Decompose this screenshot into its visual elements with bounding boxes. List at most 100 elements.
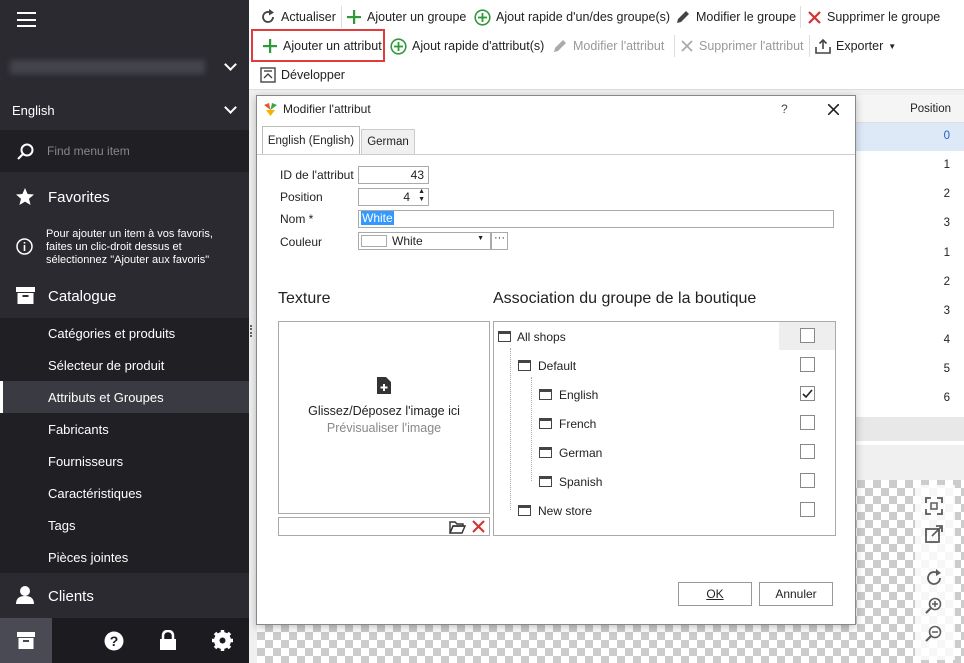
language-selector[interactable]: English <box>0 95 249 125</box>
toolbar: Actualiser Ajouter un groupe Ajout rapid… <box>249 0 964 90</box>
rotate-icon[interactable] <box>925 569 943 587</box>
position-column: Position 0 1 2 3 1 2 3 4 5 6 <box>855 95 964 445</box>
shop-icon <box>539 418 552 429</box>
expand-label: Développer <box>281 68 345 82</box>
edit-group-button[interactable]: Modifier le groupe <box>675 5 796 29</box>
checkbox-all-shops[interactable] <box>800 328 815 343</box>
app-logo-icon <box>264 103 277 116</box>
search-input[interactable]: Find menu item <box>47 144 130 158</box>
hamburger-icon[interactable] <box>17 12 36 27</box>
checkbox-new-store[interactable] <box>800 502 815 517</box>
gear-icon[interactable] <box>212 630 233 651</box>
lock-icon[interactable] <box>159 630 177 651</box>
color-swatch <box>361 235 387 247</box>
texture-drop-zone[interactable]: Glissez/Déposez l'image ici Prévisualise… <box>278 321 490 514</box>
store-button[interactable] <box>0 618 52 663</box>
sidebar-item-categories[interactable]: Catégories et produits <box>48 326 175 341</box>
tree-item-new-store: New store <box>538 504 593 518</box>
quick-add-attribute-label: Ajout rapide d'attribut(s) <box>412 39 545 53</box>
table-cell[interactable]: 3 <box>944 305 950 317</box>
expand-button[interactable]: Développer <box>260 63 345 87</box>
tree-line <box>510 348 511 510</box>
folder-open-icon[interactable] <box>449 520 466 534</box>
add-attribute-button[interactable]: Ajouter un attribut <box>262 34 382 58</box>
add-group-label: Ajouter un groupe <box>367 10 467 24</box>
help-icon[interactable]: ? <box>104 631 124 651</box>
catalogue-submenu: Catégories et produits Sélecteur de prod… <box>0 318 249 573</box>
menu-search[interactable]: Find menu item <box>0 130 249 172</box>
color-more-button[interactable]: ··· <box>491 232 508 250</box>
sidebar: English Find menu item Favorites Pour aj… <box>0 0 249 663</box>
tab-english[interactable]: English (English) <box>262 126 360 154</box>
refresh-button[interactable]: Actualiser <box>260 5 336 29</box>
quick-add-attribute-button[interactable]: Ajout rapide d'attribut(s) <box>390 34 544 58</box>
dialog-title: Modifier l'attribut <box>283 102 371 116</box>
edit-group-label: Modifier le groupe <box>696 10 797 24</box>
hamburger-row <box>0 0 249 40</box>
table-cell[interactable]: 3 <box>944 217 950 229</box>
quick-add-group-button[interactable]: Ajout rapide d'un/des groupe(s) <box>474 5 670 29</box>
close-icon[interactable] <box>828 104 839 115</box>
table-cell[interactable]: 2 <box>944 188 950 200</box>
splitter-handle[interactable] <box>250 325 253 337</box>
checkbox-spanish[interactable] <box>800 473 815 488</box>
sidebar-item-product-selector[interactable]: Sélecteur de produit <box>48 358 164 373</box>
clients-section[interactable]: Clients <box>0 575 249 617</box>
delete-x-icon[interactable] <box>472 520 485 533</box>
table-cell[interactable]: 6 <box>944 392 950 404</box>
delete-attribute-button[interactable]: Supprimer l'attribut <box>680 34 804 58</box>
id-field[interactable]: 43 <box>358 166 429 184</box>
cancel-button[interactable]: Annuler <box>759 582 833 606</box>
shop-group-icon <box>518 360 531 371</box>
chevron-down-icon <box>224 101 237 114</box>
shop-icon <box>539 389 552 400</box>
ok-button[interactable]: OK <box>678 582 752 606</box>
checkbox-default[interactable] <box>800 357 815 372</box>
dialog-help-button[interactable]: ? <box>781 102 788 116</box>
catalogue-section[interactable]: Catalogue <box>0 275 249 317</box>
texture-path-field[interactable] <box>278 517 490 536</box>
table-cell[interactable]: 0 <box>944 130 950 142</box>
favorites-hint: Pour ajouter un item à vos favoris, fait… <box>0 224 249 269</box>
checkbox-french[interactable] <box>800 415 815 430</box>
account-selector[interactable] <box>0 42 249 92</box>
add-group-button[interactable]: Ajouter un groupe <box>346 5 466 29</box>
checkbox-english[interactable] <box>800 386 815 401</box>
zoom-out-icon[interactable] <box>925 625 943 643</box>
pencil-icon <box>554 40 566 52</box>
export-button[interactable]: Exporter ▼ <box>815 34 896 58</box>
divider <box>809 35 810 57</box>
table-cell[interactable]: 2 <box>944 276 950 288</box>
export-label: Exporter <box>836 39 884 53</box>
color-select[interactable]: White ▼ <box>358 232 491 250</box>
name-field[interactable]: White <box>358 210 834 228</box>
table-cell[interactable]: 4 <box>944 334 950 346</box>
sidebar-item-manufacturers[interactable]: Fabricants <box>48 422 109 437</box>
checkbox-german[interactable] <box>800 444 815 459</box>
tab-german[interactable]: German <box>361 129 415 154</box>
position-header[interactable]: Position <box>856 95 964 123</box>
zoom-in-icon[interactable] <box>925 597 943 615</box>
tree-line <box>531 377 532 481</box>
plus-icon <box>263 39 277 53</box>
add-file-icon <box>377 377 391 394</box>
table-cell[interactable]: 1 <box>944 159 950 171</box>
table-cell[interactable]: 1 <box>944 247 950 259</box>
sidebar-item-tags[interactable]: Tags <box>48 518 75 533</box>
name-label: Nom * <box>280 212 314 226</box>
delete-group-button[interactable]: Supprimer le groupe <box>807 5 940 29</box>
open-external-icon[interactable] <box>925 525 943 543</box>
caret-down-icon: ▼ <box>888 41 897 51</box>
sidebar-item-attachments[interactable]: Pièces jointes <box>48 550 128 565</box>
sidebar-item-attributes-groups[interactable]: Attributs et Groupes <box>48 390 164 405</box>
chevron-down-icon <box>224 58 237 71</box>
fit-screen-icon[interactable] <box>925 497 943 515</box>
favorites-section[interactable]: Favorites <box>0 176 249 218</box>
table-cell[interactable]: 5 <box>944 363 950 375</box>
sidebar-item-features[interactable]: Caractéristiques <box>48 486 142 501</box>
position-stepper[interactable]: 4 ▲ ▼ <box>358 188 429 206</box>
shop-group-icon <box>518 505 531 516</box>
stepper-arrows-icon[interactable]: ▲ ▼ <box>418 188 425 204</box>
edit-attribute-button[interactable]: Modifier l'attribut <box>552 34 664 58</box>
sidebar-item-suppliers[interactable]: Fournisseurs <box>48 454 123 469</box>
